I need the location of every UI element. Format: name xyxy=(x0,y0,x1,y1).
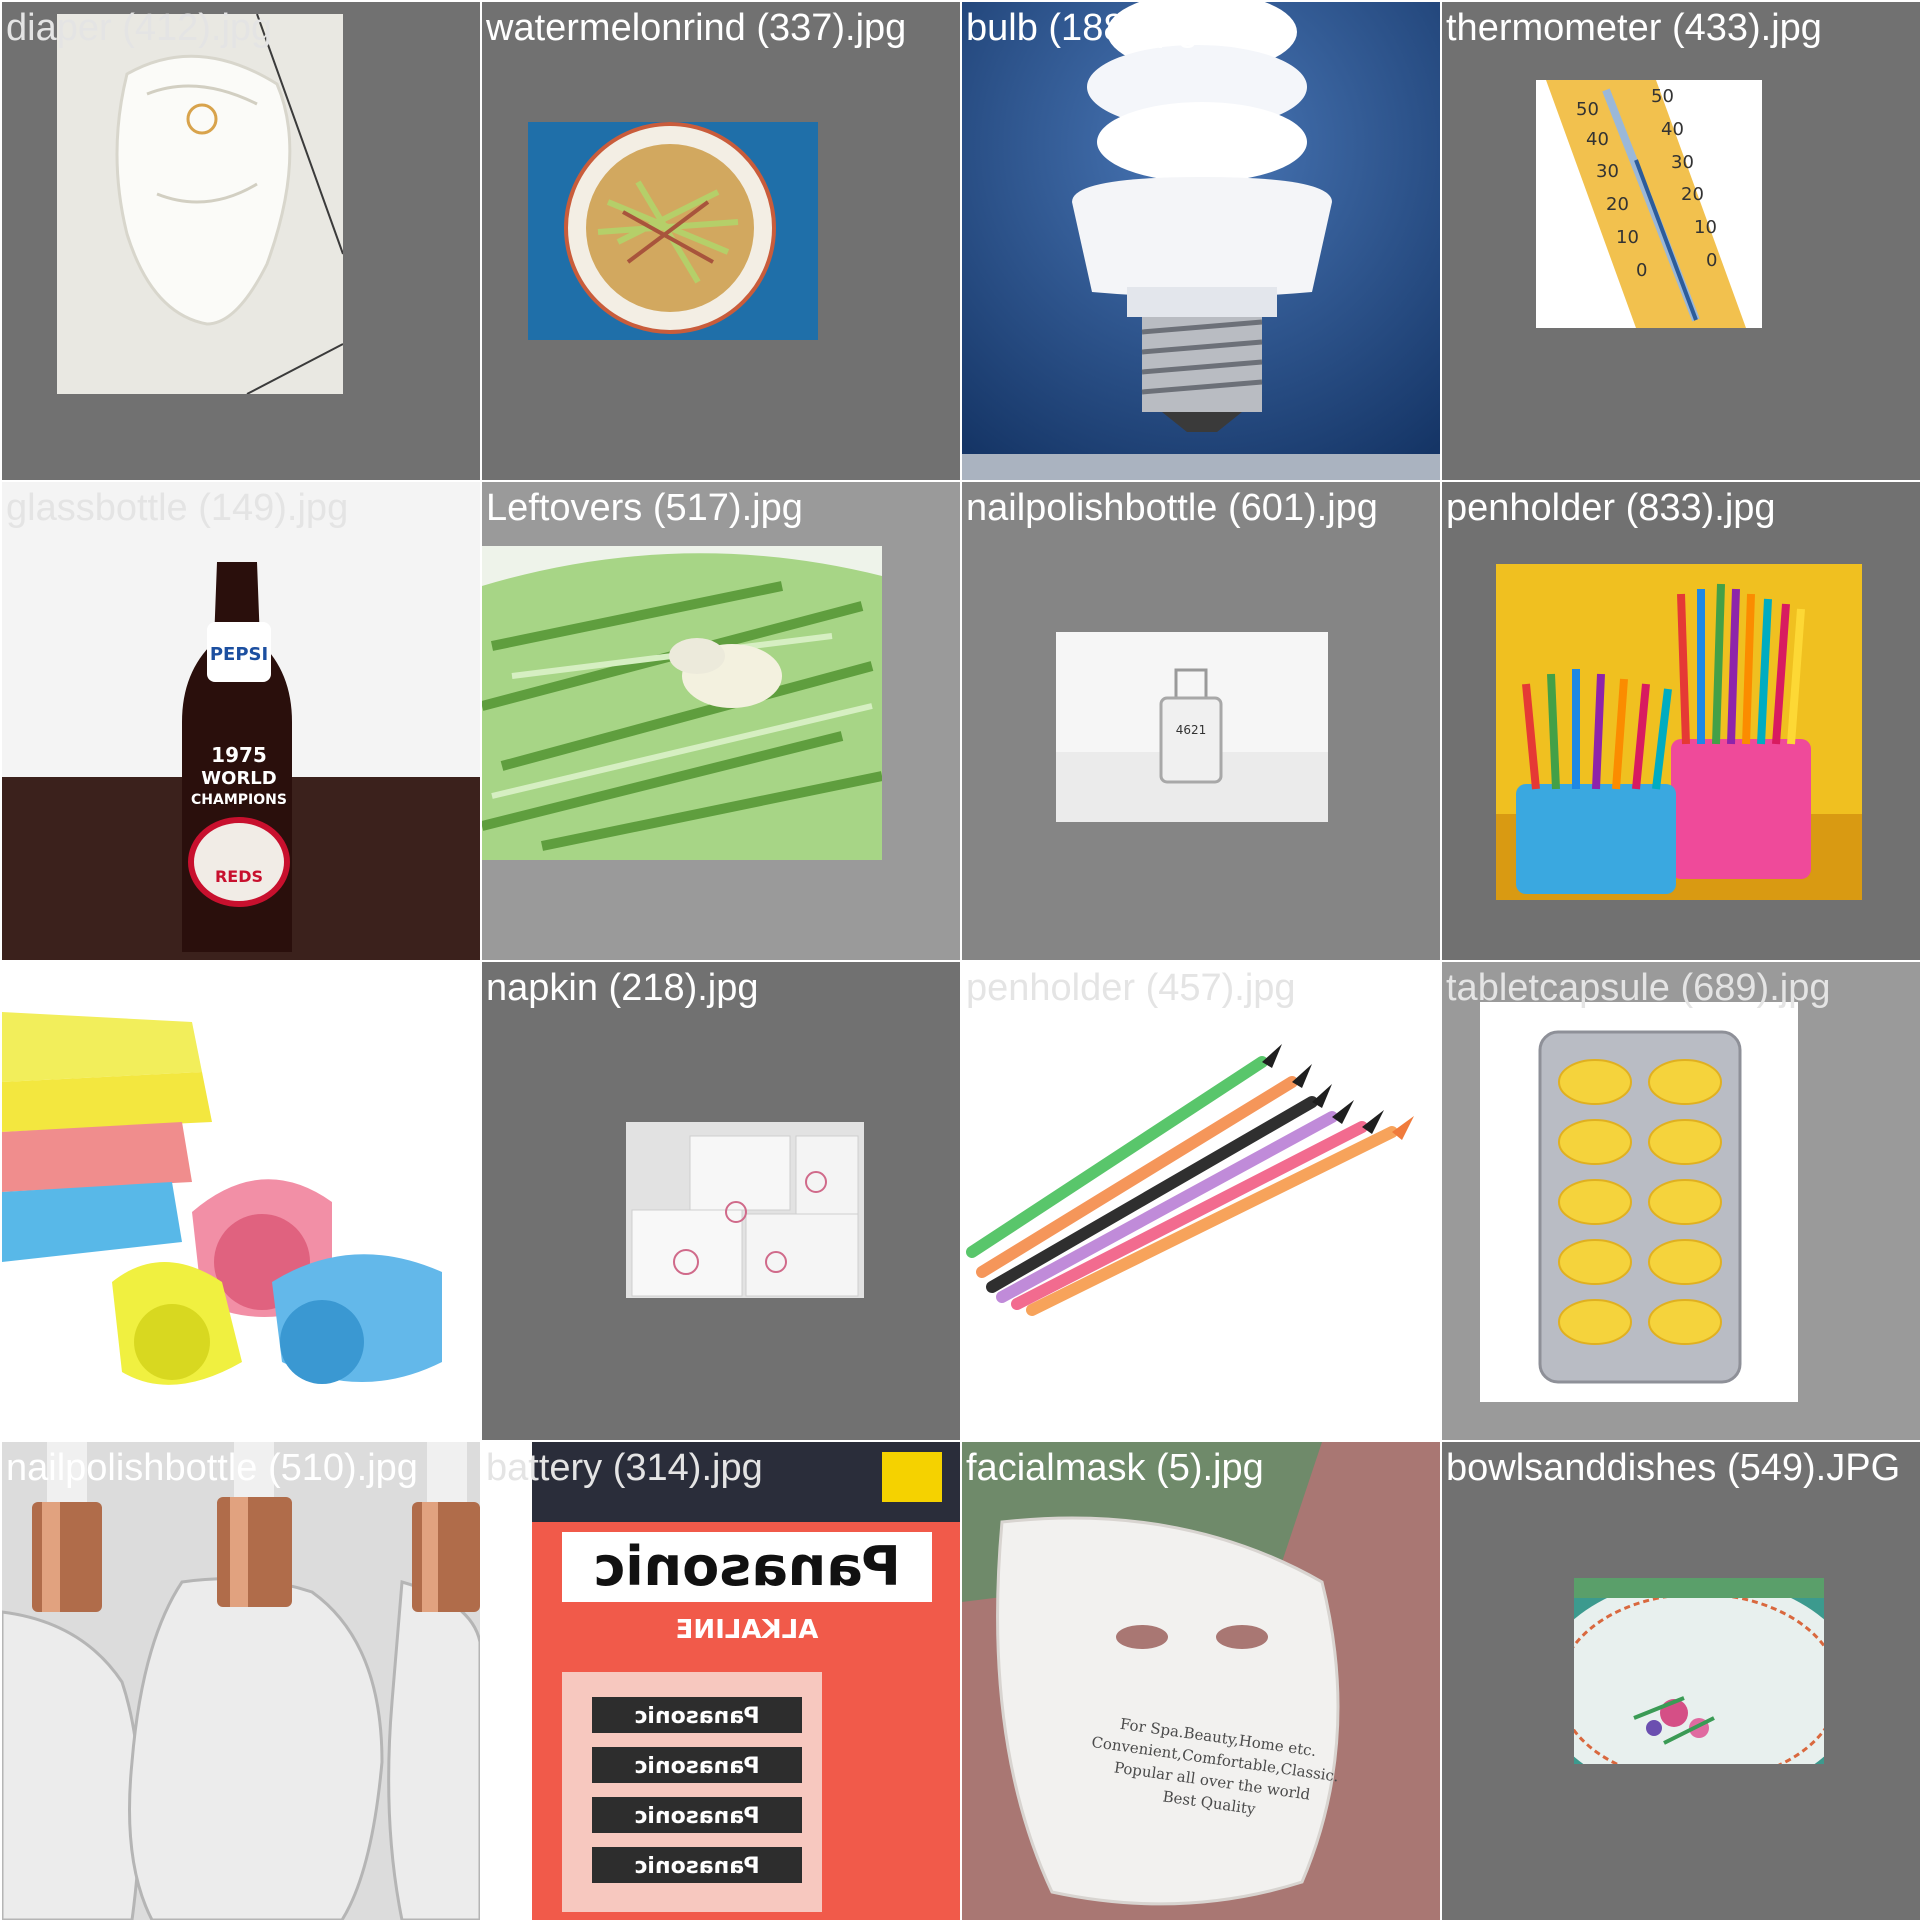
grid-tile[interactable]: 50 40 30 20 10 0 50 40 30 20 10 0 thermo… xyxy=(1442,2,1920,480)
bottle-label-text: CHAMPIONS xyxy=(191,792,287,808)
grid-tile[interactable]: tabletcapsule (689).jpg xyxy=(1442,962,1920,1440)
thermo-tick: 50 xyxy=(1651,86,1674,107)
bottle-label-text: 1975 xyxy=(211,743,267,767)
thermo-tick: 40 xyxy=(1586,129,1609,150)
battery-cell-text: Panasonic xyxy=(634,1754,759,1779)
grid-tile[interactable]: watermelonrind (337).jpg xyxy=(482,2,960,480)
marker-holder-photo-icon xyxy=(1496,564,1862,900)
grid-tile[interactable]: For Spa.Beauty,Home etc. Convenient,Comf… xyxy=(962,1442,1440,1920)
towels-photo-icon xyxy=(2,982,474,1412)
tile-caption: penholder (457).jpg xyxy=(966,967,1296,1009)
spiral-bulb-photo-icon xyxy=(962,2,1440,480)
tile-caption: nailpolishbottle (510).jpg xyxy=(6,1447,418,1489)
small-glass-bottle-photo-icon: 4621 xyxy=(1056,632,1328,822)
grid-tile[interactable]: napkin (218).jpg xyxy=(482,962,960,1440)
blister-pack-photo-icon xyxy=(1480,1002,1798,1402)
greens-photo-icon xyxy=(482,546,882,860)
battery-cell-text: Panasonic xyxy=(634,1804,759,1829)
grid-tile[interactable]: penholder (833).jpg xyxy=(1442,482,1920,960)
grid-tile[interactable]: rag (293).jpg xyxy=(2,962,480,1440)
bottle-label-text: WORLD xyxy=(201,768,276,789)
image-grid: diaper (412).jpg watermelonrind (337).jp… xyxy=(0,0,1920,1920)
thermo-tick: 10 xyxy=(1694,217,1717,238)
battery-type-text: ALKALINE xyxy=(676,1615,819,1645)
battery-pack-photo-icon: Panasonic ALKALINE Panasonic Panasonic P… xyxy=(482,1442,960,1920)
battery-brand-text: Panasonic xyxy=(593,1535,901,1598)
tile-caption: watermelonrind (337).jpg xyxy=(486,7,907,49)
tile-caption: Leftovers (517).jpg xyxy=(486,487,803,529)
thermo-tick: 20 xyxy=(1606,194,1629,215)
tile-caption: tabletcapsule (689).jpg xyxy=(1446,967,1831,1009)
tile-caption: penholder (833).jpg xyxy=(1446,487,1776,529)
tile-caption: facialmask (5).jpg xyxy=(966,1447,1264,1489)
thermometer-photo-icon: 50 40 30 20 10 0 50 40 30 20 10 0 xyxy=(1536,80,1762,328)
thermo-tick: 30 xyxy=(1671,152,1694,173)
thermo-tick: 30 xyxy=(1596,161,1619,182)
stir-fry-plate-photo-icon xyxy=(528,122,818,340)
napkins-photo-icon xyxy=(626,1122,864,1298)
nail-bottle-number: 4621 xyxy=(1176,723,1207,737)
grid-tile[interactable]: Leftovers (517).jpg xyxy=(482,482,960,960)
grid-tile[interactable]: diaper (412).jpg xyxy=(2,2,480,480)
battery-cell-text: Panasonic xyxy=(634,1854,759,1879)
plate-photo-icon xyxy=(1574,1578,1824,1764)
tile-caption: rag (293).jpg xyxy=(6,967,222,1009)
tile-caption: napkin (218).jpg xyxy=(486,967,759,1009)
thermo-tick: 0 xyxy=(1636,260,1647,281)
tile-caption: thermometer (433).jpg xyxy=(1446,7,1822,49)
bottle-brand-text: PEPSI xyxy=(210,644,268,665)
grid-tile[interactable]: Panasonic ALKALINE Panasonic Panasonic P… xyxy=(482,1442,960,1920)
grid-tile[interactable]: PEPSI 1975 WORLD CHAMPIONS REDS glassbot… xyxy=(2,482,480,960)
grid-tile[interactable]: bulb (188).jpg xyxy=(962,2,1440,480)
thermo-tick: 40 xyxy=(1661,119,1684,140)
bottles-photo-icon xyxy=(2,1442,480,1920)
battery-cell-text: Panasonic xyxy=(634,1704,759,1729)
thermo-tick: 50 xyxy=(1576,99,1599,120)
grid-tile[interactable]: 4621 nailpolishbottle (601).jpg xyxy=(962,482,1440,960)
tile-caption: diaper (412).jpg xyxy=(6,7,273,49)
glass-bottle-photo-icon: PEPSI 1975 WORLD CHAMPIONS REDS xyxy=(2,482,480,960)
bottle-badge-text: REDS xyxy=(215,867,263,886)
diaper-photo-icon xyxy=(57,14,343,394)
thermo-tick: 0 xyxy=(1706,250,1717,271)
grid-tile[interactable]: penholder (457).jpg xyxy=(962,962,1440,1440)
tile-caption: bowlsanddishes (549).JPG xyxy=(1446,1447,1901,1489)
tile-caption: battery (314).jpg xyxy=(486,1447,763,1489)
tile-caption: bulb (188).jpg xyxy=(966,7,1199,49)
grid-tile[interactable]: nailpolishbottle (510).jpg xyxy=(2,1442,480,1920)
grid-tile[interactable]: bowlsanddishes (549).JPG xyxy=(1442,1442,1920,1920)
markers-photo-icon xyxy=(962,1022,1440,1322)
thermo-tick: 10 xyxy=(1616,227,1639,248)
facial-mask-photo-icon: For Spa.Beauty,Home etc. Convenient,Comf… xyxy=(962,1442,1440,1920)
tile-caption: nailpolishbottle (601).jpg xyxy=(966,487,1378,529)
tile-caption: glassbottle (149).jpg xyxy=(6,487,349,529)
thermo-tick: 20 xyxy=(1681,184,1704,205)
